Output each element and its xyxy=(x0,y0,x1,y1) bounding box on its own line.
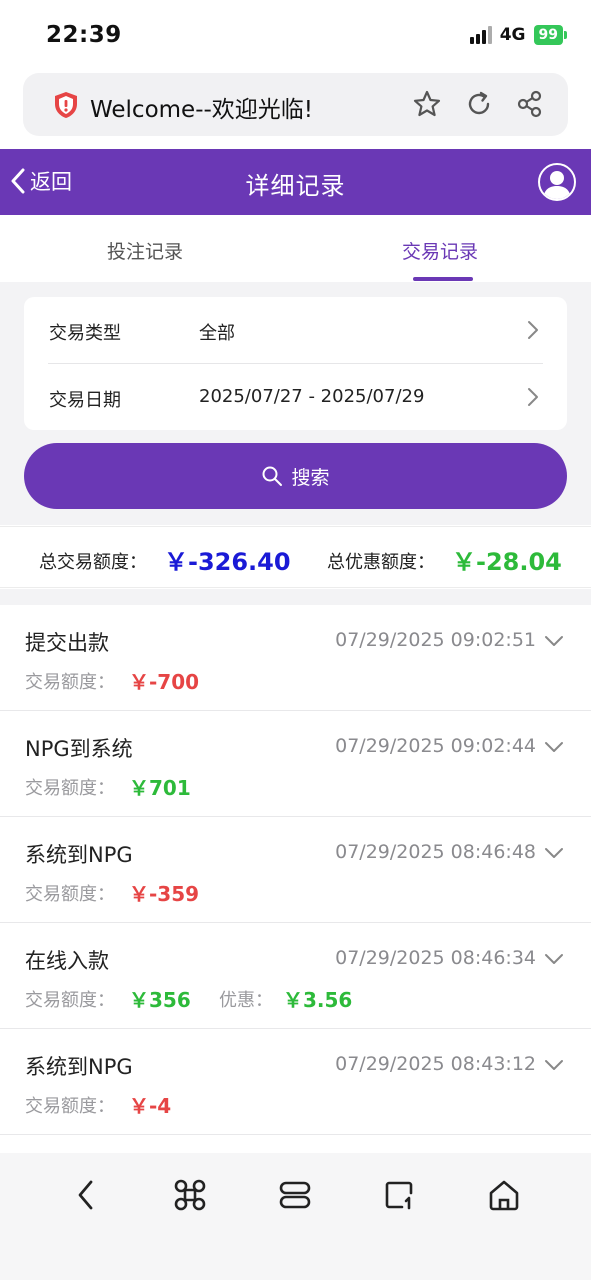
filter-date-label: 交易日期 xyxy=(49,390,121,411)
total-bonus-label: 总优惠额度： xyxy=(327,552,435,573)
search-icon xyxy=(262,466,283,486)
user-avatar-icon[interactable] xyxy=(538,163,576,201)
search-button-label: 搜索 xyxy=(291,467,330,489)
chevron-down-icon[interactable] xyxy=(544,1059,564,1071)
summary-bar: 总交易额度： ￥-326.40 总优惠额度： ￥-28.04 xyxy=(0,526,591,588)
record-bonus: ￥3.56 xyxy=(283,988,353,1012)
tab-switch-icon xyxy=(385,1181,413,1210)
page-header: 返回 详细记录 xyxy=(0,149,591,215)
filter-type-value: 全部 xyxy=(199,323,235,344)
record-title: 在线入款 xyxy=(25,949,109,973)
record-amount: ￥-700 xyxy=(129,670,200,694)
list-item[interactable]: 在线入款 07/29/2025 08:46:34 交易额度： ￥356 优惠： … xyxy=(0,923,591,1029)
home-icon xyxy=(489,1180,519,1211)
filter-type-label: 交易类型 xyxy=(49,323,121,344)
status-time: 22:39 xyxy=(46,22,122,48)
browser-back-icon xyxy=(78,1180,93,1210)
command-button[interactable] xyxy=(170,1175,210,1215)
record-amount-label: 交易额度： xyxy=(25,884,115,905)
tab-switch-button[interactable] xyxy=(380,1175,420,1215)
filter-card: 交易类型 全部 交易日期 2025/07/27 - 2025/07/29 xyxy=(24,297,567,430)
list-item[interactable]: 系统到NPG 07/29/2025 08:43:12 交易额度： ￥-4 xyxy=(0,1029,591,1135)
page-title: 详细记录 xyxy=(245,172,346,200)
share-icon[interactable] xyxy=(515,89,545,119)
tab-trade-records[interactable]: 交易记录 xyxy=(402,237,478,264)
browser-address-bar[interactable]: Welcome--欢迎光临! xyxy=(23,73,568,136)
chevron-down-icon[interactable] xyxy=(544,635,564,647)
record-amount: ￥701 xyxy=(129,776,191,800)
record-bonus-label: 优惠： xyxy=(219,990,273,1011)
signal-icon xyxy=(469,26,492,44)
battery-indicator: 99 xyxy=(533,25,568,45)
command-icon xyxy=(174,1179,206,1211)
record-amount-label: 交易额度： xyxy=(25,778,115,799)
record-title: NPG到系统 xyxy=(25,737,133,761)
chevron-right-icon xyxy=(528,321,538,339)
list-item[interactable]: 系统到NPG 07/29/2025 08:46:48 交易额度： ￥-359 xyxy=(0,817,591,923)
record-amount-label: 交易额度： xyxy=(25,672,115,693)
search-button[interactable]: 搜索 xyxy=(24,443,567,509)
section-gap xyxy=(0,589,591,605)
star-icon[interactable] xyxy=(412,89,442,119)
record-time: 07/29/2025 08:46:34 xyxy=(335,947,536,969)
filter-date-row[interactable]: 交易日期 2025/07/27 - 2025/07/29 xyxy=(24,364,567,430)
active-tab-indicator xyxy=(413,277,473,281)
chevron-down-icon[interactable] xyxy=(544,847,564,859)
tab-bet-records[interactable]: 投注记录 xyxy=(107,237,183,264)
page-title-text: Welcome--欢迎光临! xyxy=(90,97,314,123)
record-time: 07/29/2025 09:02:44 xyxy=(335,735,536,757)
total-amount-value: ￥-326.40 xyxy=(164,548,291,576)
list-item[interactable]: 提交出款 07/29/2025 09:02:51 交易额度： ￥-700 xyxy=(0,605,591,711)
record-tabs: 投注记录 交易记录 xyxy=(0,215,591,282)
record-amount: ￥356 xyxy=(129,988,191,1012)
record-amount: ￥-359 xyxy=(129,882,200,906)
browser-back-button[interactable] xyxy=(66,1175,106,1215)
chevron-right-icon xyxy=(528,388,538,406)
record-amount-label: 交易额度： xyxy=(25,1096,115,1117)
chevron-down-icon[interactable] xyxy=(544,741,564,753)
filter-type-row[interactable]: 交易类型 全部 xyxy=(24,297,567,363)
record-amount-label: 交易额度： xyxy=(25,990,115,1011)
record-title: 系统到NPG xyxy=(25,1055,133,1079)
tabs-button[interactable] xyxy=(275,1175,315,1215)
home-button[interactable] xyxy=(484,1175,524,1215)
record-time: 07/29/2025 08:46:48 xyxy=(335,841,536,863)
total-amount-label: 总交易额度： xyxy=(39,552,147,573)
chevron-down-icon[interactable] xyxy=(544,953,564,965)
record-time: 07/29/2025 08:43:12 xyxy=(335,1053,536,1075)
status-bar: 22:39 4G 99 xyxy=(0,0,591,72)
record-time: 07/29/2025 09:02:51 xyxy=(335,629,536,651)
status-indicators: 4G 99 xyxy=(469,25,568,45)
transaction-list: 提交出款 07/29/2025 09:02:51 交易额度： ￥-700 NPG… xyxy=(0,605,591,1135)
tabs-icon xyxy=(279,1181,311,1209)
record-title: 系统到NPG xyxy=(25,843,133,867)
record-amount: ￥-4 xyxy=(129,1094,172,1118)
reload-icon[interactable] xyxy=(464,89,494,119)
total-bonus-value: ￥-28.04 xyxy=(452,548,562,576)
network-type: 4G xyxy=(499,25,526,45)
filter-date-value: 2025/07/27 - 2025/07/29 xyxy=(199,386,425,407)
list-item[interactable]: NPG到系统 07/29/2025 09:02:44 交易额度： ￥701 xyxy=(0,711,591,817)
shield-icon xyxy=(55,92,77,118)
record-title: 提交出款 xyxy=(25,631,109,655)
browser-bottom-nav xyxy=(0,1153,591,1280)
